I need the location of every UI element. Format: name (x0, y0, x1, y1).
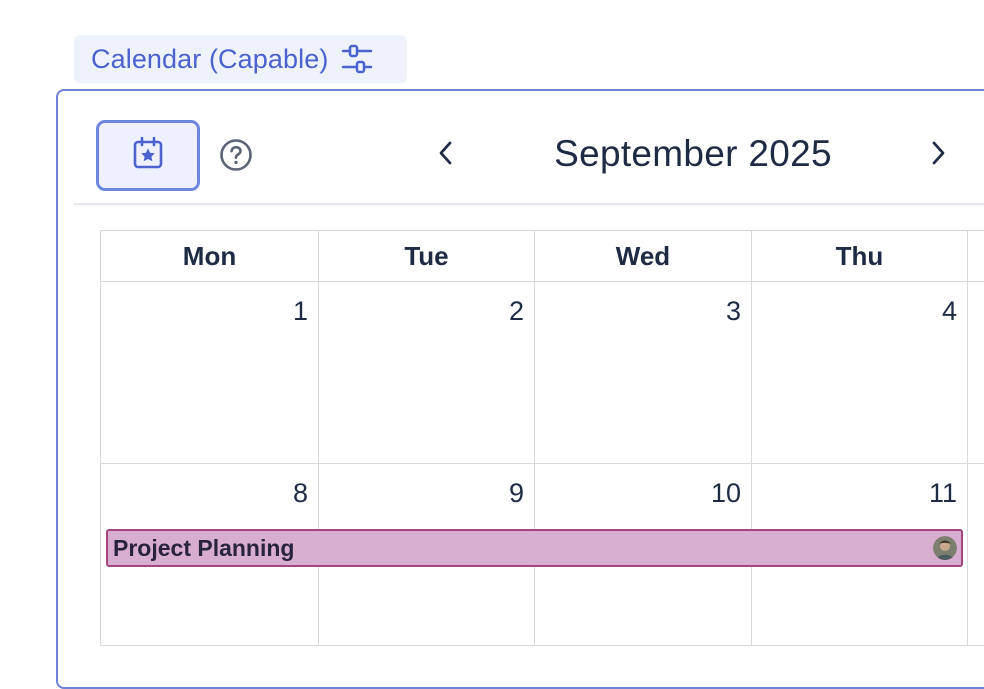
weekday-header-tue: Tue (318, 231, 534, 282)
day-number: 8 (292, 478, 308, 508)
calendar-toolbar: September 2025 (58, 91, 984, 205)
day-number: 10 (710, 478, 741, 508)
weekday-header-thu: Thu (751, 231, 967, 282)
event-project-planning[interactable]: Project Planning (106, 529, 963, 567)
day-cell[interactable]: 4 (751, 282, 967, 463)
today-button[interactable] (96, 120, 200, 191)
day-number: 4 (941, 296, 957, 326)
week-row: 1 2 3 4 (100, 282, 984, 464)
avatar (933, 536, 957, 560)
day-cell[interactable] (967, 282, 984, 463)
day-cell[interactable]: 2 (318, 282, 534, 463)
chevron-right-icon (928, 139, 948, 172)
calendar-panel: September 2025 Mon Tue Wed Thu 1 2 3 4 8… (56, 89, 984, 689)
toolbar-divider (74, 203, 984, 205)
calendar-star-icon (132, 136, 164, 175)
weekday-header-wed: Wed (534, 231, 751, 282)
sliders-icon[interactable] (340, 42, 374, 76)
help-button[interactable] (216, 137, 256, 177)
weekday-header-fri (967, 231, 984, 282)
calendar-view-chip[interactable]: Calendar (Capable) (74, 35, 407, 83)
day-number: 3 (725, 296, 741, 326)
month-title: September 2025 (554, 133, 832, 174)
chevron-left-icon (436, 139, 456, 172)
day-number: 2 (508, 296, 524, 326)
day-number: 11 (928, 478, 957, 508)
previous-month-button[interactable] (428, 135, 464, 175)
day-cell[interactable] (967, 464, 984, 645)
help-circle-icon (219, 138, 253, 177)
event-title: Project Planning (113, 535, 295, 561)
calendar-view-label: Calendar (Capable) (91, 43, 329, 74)
day-number: 1 (292, 296, 308, 326)
day-cell[interactable]: 1 (100, 282, 318, 463)
next-month-button[interactable] (920, 135, 956, 175)
weekday-header-mon: Mon (100, 231, 318, 282)
day-cell[interactable]: 3 (534, 282, 751, 463)
weekday-header-row: Mon Tue Wed Thu (100, 230, 984, 282)
day-number: 9 (508, 478, 524, 508)
